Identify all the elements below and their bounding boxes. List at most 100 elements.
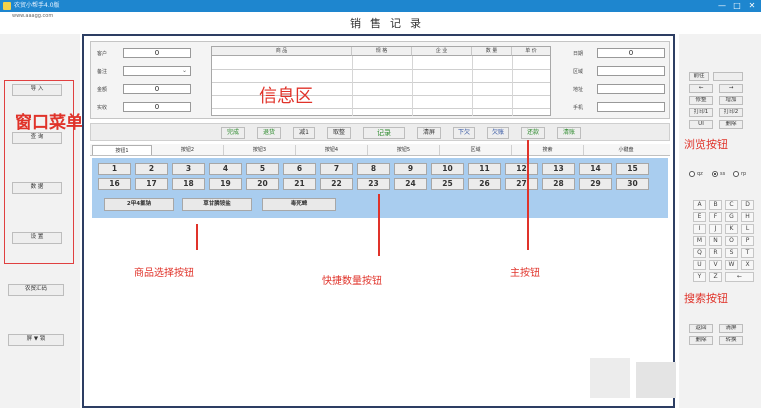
qty-button-2[interactable]: 2 [135, 163, 168, 175]
qty-button-17[interactable]: 17 [135, 178, 168, 190]
key-q[interactable]: Q [693, 248, 706, 258]
key-g[interactable]: G [725, 212, 738, 222]
clear-screen-button[interactable]: 清屏 [417, 127, 441, 139]
tab-button-3[interactable]: 按钮3 [224, 145, 296, 155]
lock-screen-button[interactable]: 屏 ▼ 锁 [8, 334, 64, 346]
qty-button-20[interactable]: 20 [246, 178, 279, 190]
close-button[interactable]: ✕ [746, 1, 758, 11]
qty-button-3[interactable]: 3 [172, 163, 205, 175]
search-delete-button[interactable]: 删除 [689, 336, 713, 345]
next-arrow-icon[interactable]: → [719, 84, 743, 93]
goods-button-3[interactable]: 毒死蜱 [262, 198, 336, 211]
key-l[interactable]: L [741, 224, 754, 234]
radio-rp[interactable] [733, 171, 739, 177]
date-field[interactable]: 0 [597, 48, 665, 58]
record-button[interactable]: 记录 [363, 127, 405, 139]
key-p[interactable]: P [741, 236, 754, 246]
tab-button-1[interactable]: 按钮1 [92, 145, 152, 155]
qty-button-15[interactable]: 15 [616, 163, 649, 175]
key-j[interactable]: J [709, 224, 722, 234]
qty-button-8[interactable]: 8 [357, 163, 390, 175]
qty-button-5[interactable]: 5 [246, 163, 279, 175]
add-button[interactable]: 增加 [719, 96, 743, 105]
key-n[interactable]: N [709, 236, 722, 246]
complete-button[interactable]: 完成 [221, 127, 245, 139]
qr-code-button[interactable]: 农贸汇码 [8, 284, 64, 296]
key-u[interactable]: U [693, 260, 706, 270]
qty-button-19[interactable]: 19 [209, 178, 242, 190]
key-t[interactable]: T [741, 248, 754, 258]
paid-field[interactable]: 0 [123, 102, 191, 112]
amount-field[interactable]: 0 [123, 84, 191, 94]
chevron-down-icon[interactable]: ⌄ [182, 67, 187, 74]
qty-button-29[interactable]: 29 [579, 178, 612, 190]
qty-button-22[interactable]: 22 [320, 178, 353, 190]
qty-button-24[interactable]: 24 [394, 178, 427, 190]
convert-button[interactable]: 转换 [719, 336, 743, 345]
phone-field[interactable] [597, 102, 665, 112]
print2-button[interactable]: 打印2 [719, 108, 743, 117]
tab-keypad[interactable]: 小键盘 [584, 145, 668, 155]
key-w[interactable]: W [725, 260, 738, 270]
qty-button-30[interactable]: 30 [616, 178, 649, 190]
key-o[interactable]: O [725, 236, 738, 246]
key-f[interactable]: F [709, 212, 722, 222]
tab-region[interactable]: 区域 [440, 145, 512, 155]
qty-button-1[interactable]: 1 [98, 163, 131, 175]
goods-button-1[interactable]: 2甲4氯钠 [104, 198, 174, 211]
radio-qz[interactable] [689, 171, 695, 177]
key-z[interactable]: Z [709, 272, 722, 282]
qty-button-12[interactable]: 12 [505, 163, 538, 175]
delete-button[interactable]: 删除 [719, 120, 743, 129]
qty-button-13[interactable]: 13 [542, 163, 575, 175]
qty-button-18[interactable]: 18 [172, 178, 205, 190]
credit-button[interactable]: 下欠 [453, 127, 475, 139]
prev-arrow-icon[interactable]: ← [689, 84, 713, 93]
repay-button[interactable]: 还款 [521, 127, 545, 139]
key-m[interactable]: M [693, 236, 706, 246]
key-k[interactable]: K [725, 224, 738, 234]
clear-account-button[interactable]: 清账 [557, 127, 581, 139]
address-field[interactable] [597, 84, 665, 94]
qty-button-14[interactable]: 14 [579, 163, 612, 175]
qty-button-23[interactable]: 23 [357, 178, 390, 190]
owed-button[interactable]: 欠账 [487, 127, 509, 139]
qty-button-16[interactable]: 16 [98, 178, 131, 190]
modify-button[interactable]: 修整 [689, 96, 713, 105]
key-d[interactable]: D [741, 200, 754, 210]
round-button[interactable]: 取整 [327, 127, 351, 139]
radio-ss[interactable] [712, 171, 718, 177]
key-h[interactable]: H [741, 212, 754, 222]
goto-button[interactable]: 前往 [689, 72, 709, 81]
qty-button-11[interactable]: 11 [468, 163, 501, 175]
return-button[interactable]: 退货 [257, 127, 281, 139]
tab-button-4[interactable]: 按钮4 [296, 145, 368, 155]
tab-search[interactable]: 搜索 [512, 145, 584, 155]
key-c[interactable]: C [725, 200, 738, 210]
minus-one-button[interactable]: 减1 [293, 127, 315, 139]
ui-button[interactable]: UI [689, 120, 713, 129]
qty-button-28[interactable]: 28 [542, 178, 575, 190]
print1-button[interactable]: 打印1 [689, 108, 713, 117]
backspace-icon[interactable]: ← [725, 272, 754, 282]
qty-button-4[interactable]: 4 [209, 163, 242, 175]
key-r[interactable]: R [709, 248, 722, 258]
qty-button-7[interactable]: 7 [320, 163, 353, 175]
key-i[interactable]: I [693, 224, 706, 234]
tab-button-2[interactable]: 按钮2 [152, 145, 224, 155]
key-y[interactable]: Y [693, 272, 706, 282]
qty-button-10[interactable]: 10 [431, 163, 464, 175]
maximize-button[interactable]: □ [731, 1, 743, 11]
qty-button-6[interactable]: 6 [283, 163, 316, 175]
key-v[interactable]: V [709, 260, 722, 270]
customer-field[interactable]: 0 [123, 48, 191, 58]
qty-button-21[interactable]: 21 [283, 178, 316, 190]
goto-target-field[interactable] [713, 72, 743, 81]
key-a[interactable]: A [693, 200, 706, 210]
region-field[interactable] [597, 66, 665, 76]
back-button[interactable]: 返回 [689, 324, 713, 333]
search-clear-button[interactable]: 清屏 [719, 324, 743, 333]
qty-button-27[interactable]: 27 [505, 178, 538, 190]
key-b[interactable]: B [709, 200, 722, 210]
qty-button-9[interactable]: 9 [394, 163, 427, 175]
